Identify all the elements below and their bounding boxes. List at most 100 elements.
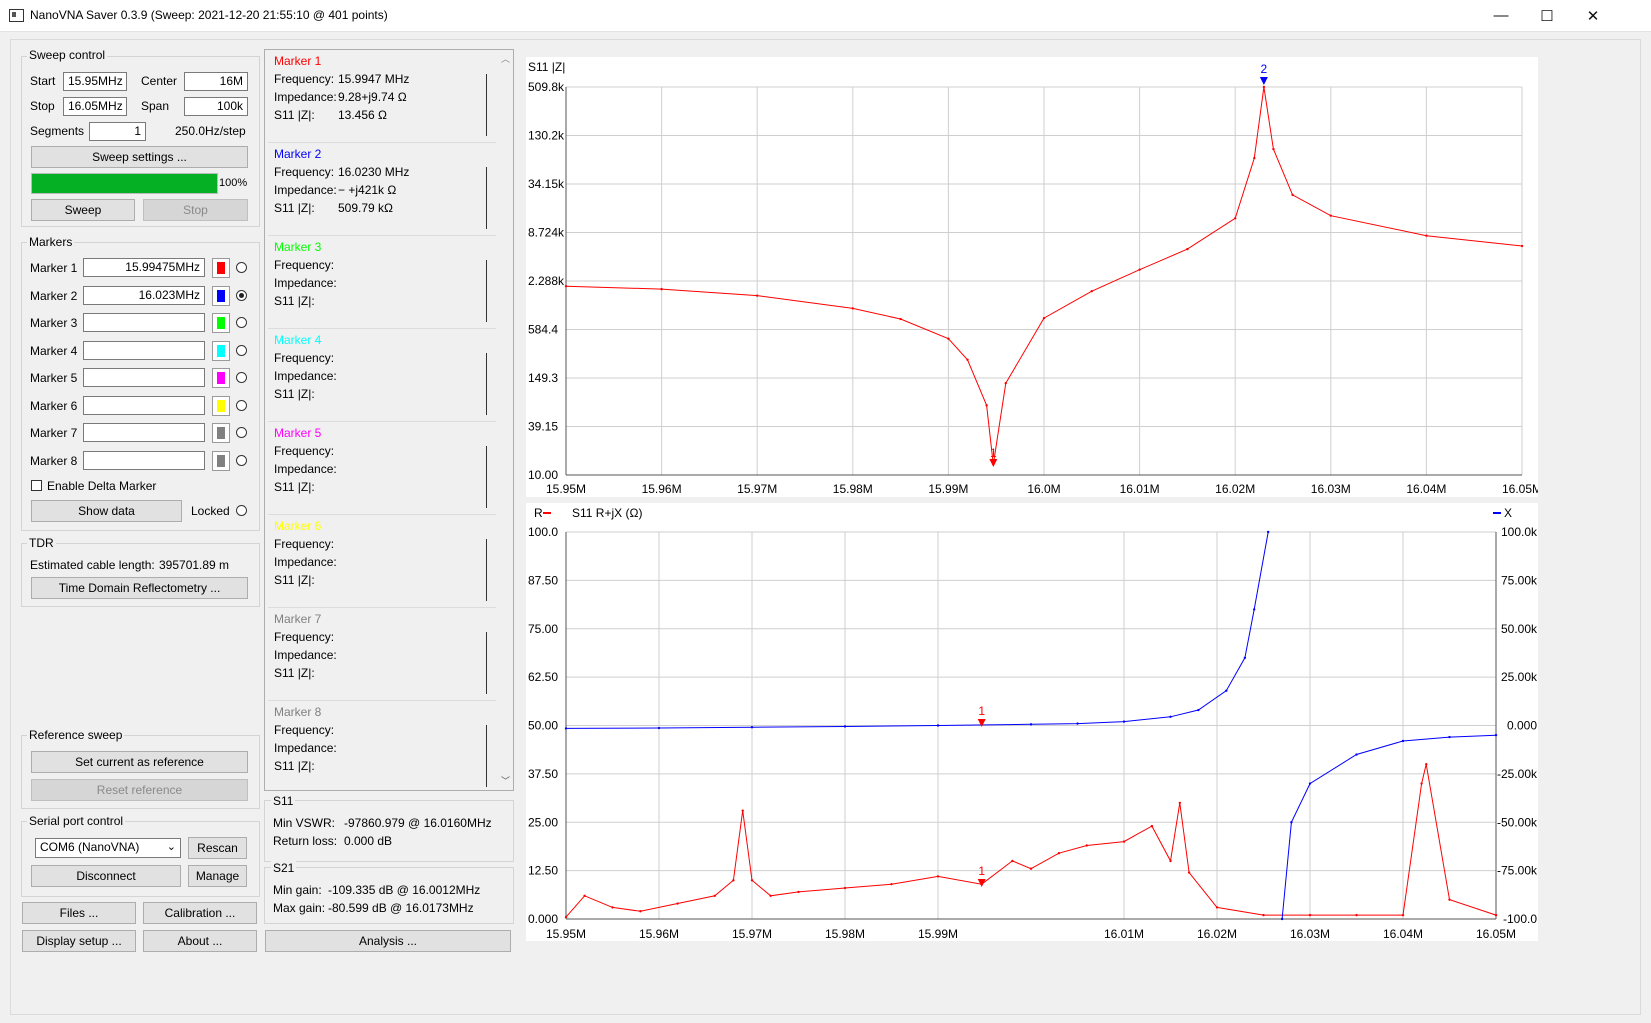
marker-1-frequency-value: 15.9947 MHz — [338, 72, 410, 86]
marker-2-impedance-value: − +j421k Ω — [338, 183, 397, 197]
marker-3-active-radio[interactable] — [236, 317, 247, 328]
marker-2-active-radio[interactable] — [236, 289, 247, 301]
sweep-button[interactable]: Sweep — [31, 199, 135, 221]
marker-panel-scrollbar[interactable]: ︿ ﹀ — [497, 50, 513, 790]
calibration-button[interactable]: Calibration ... — [143, 902, 257, 924]
return-loss-label: Return loss: — [273, 834, 338, 848]
chart1-x-tick-label: 16.0M — [1027, 482, 1060, 496]
marker-5-frequency-input[interactable] — [83, 368, 205, 387]
marker-4-frequency-input[interactable] — [83, 340, 205, 360]
marker-8-label: Marker 8 — [30, 453, 78, 468]
start-input[interactable]: 15.95MHz — [63, 72, 127, 91]
stop-sweep-button[interactable]: Stop — [143, 199, 248, 221]
rescan-button[interactable]: Rescan — [188, 837, 247, 859]
tdr-button[interactable]: Time Domain Reflectometry ... — [31, 577, 248, 599]
segments-input[interactable]: 1 — [89, 122, 146, 141]
chart2-marker-label: 1 — [978, 864, 985, 878]
marker-6-active-radio[interactable] — [236, 399, 247, 411]
marker-1-active-radio[interactable] — [236, 262, 247, 273]
x-legend-label: X — [1504, 506, 1512, 520]
show-data-button[interactable]: Show data — [31, 500, 182, 522]
marker-2-color-swatch — [217, 289, 225, 302]
sweep-settings-button[interactable]: Sweep settings ... — [31, 146, 248, 168]
port-select[interactable]: COM6 (NanoVNA) ⌄ — [35, 838, 181, 858]
marker-8-color-button[interactable] — [212, 450, 230, 471]
chart2-series-R-point — [583, 894, 586, 897]
marker-7-active-radio[interactable] — [236, 427, 247, 438]
s11-rjx-chart[interactable]: R S11 R+jX (Ω) X 15.95M 15.96M 15.97M 15.98… — [526, 503, 1538, 941]
chart1-marker-label: 2 — [1261, 62, 1268, 76]
marker-5-color-button[interactable] — [212, 368, 230, 388]
scroll-down-icon[interactable]: ﹀ — [501, 774, 510, 787]
marker-3-impedance-label: Impedance: — [274, 276, 337, 290]
marker-4-detail: Marker 4 Frequency: Impedance: S11 |Z|: — [268, 331, 496, 422]
minimize-button[interactable]: — — [1478, 0, 1524, 31]
stop-input[interactable]: 16.05MHz — [63, 97, 127, 116]
marker-2-color-button[interactable] — [212, 285, 230, 306]
chart2-series-R-point — [1308, 913, 1312, 917]
marker-5-active-radio[interactable] — [236, 372, 247, 383]
min-vswr-value: -97860.979 @ 16.0160MHz — [344, 816, 492, 830]
chevron-down-icon: ⌄ — [166, 841, 176, 853]
chart1-x-tick-label: 15.99M — [928, 482, 968, 496]
chart2-x-tick-label: 15.98M — [825, 927, 865, 941]
marker-3-frequency-label: Frequency: — [274, 258, 335, 272]
close-button[interactable]: ✕ — [1570, 0, 1616, 31]
center-input[interactable]: 16M — [184, 72, 248, 91]
chart2-right-tick-label: -50.00k — [1497, 815, 1538, 829]
marker-7-frequency-input[interactable] — [83, 423, 205, 442]
marker-6-frequency-input[interactable] — [83, 395, 205, 415]
window-title: NanoVNA Saver 0.3.9 (Sweep: 2021-12-20 2… — [30, 8, 388, 22]
marker-8-detail: Marker 8 Frequency: Impedance: S11 |Z|: — [268, 703, 496, 790]
marker-2-frequency-input[interactable]: 16.023MHz — [83, 285, 205, 305]
reset-reference-button[interactable]: Reset reference — [31, 779, 248, 801]
chart1-data-point — [1090, 289, 1093, 293]
disconnect-button[interactable]: Disconnect — [31, 865, 181, 887]
marker-8-impedance-label: Impedance: — [274, 741, 337, 755]
marker-4-color-button[interactable] — [212, 340, 230, 361]
manage-button[interactable]: Manage — [188, 865, 247, 887]
marker-7-color-button[interactable] — [212, 423, 230, 443]
span-input[interactable]: 100k — [184, 97, 248, 116]
files-button[interactable]: Files ... — [22, 902, 136, 924]
maximize-button[interactable]: ☐ — [1524, 0, 1570, 31]
display-setup-button[interactable]: Display setup ... — [22, 930, 136, 952]
segments-label: Segments — [30, 124, 85, 138]
marker-3-color-button[interactable] — [212, 313, 230, 333]
about-button[interactable]: About ... — [143, 930, 257, 952]
chart2-left-tick-label: 75.00 — [528, 622, 558, 636]
marker-3-frequency-input[interactable] — [83, 313, 205, 332]
marker-4-active-radio[interactable] — [236, 344, 247, 356]
span-label: Span — [141, 99, 170, 113]
chart1-data-point — [1234, 217, 1237, 220]
chart2-left-tick-label: 100.0 — [528, 525, 558, 539]
chart1-x-tick-label: 16.02M — [1215, 482, 1255, 496]
set-reference-button[interactable]: Set current as reference — [31, 751, 248, 773]
center-label: Center — [141, 74, 178, 88]
chart1-y-tick-label: 2.288k — [528, 274, 565, 288]
marker-8-active-radio[interactable] — [236, 454, 247, 466]
marker-1-detail-title: Marker 1 — [274, 54, 322, 68]
cable-length-value: 395701.89 m — [159, 558, 230, 572]
marker-1-frequency-input[interactable]: 15.99475MHz — [83, 258, 205, 277]
s11-impedance-chart[interactable]: S11 |Z| 15.95M 15.96M 15.97M 15.98M 15.99M 16… — [526, 57, 1542, 497]
marker-details-panel[interactable]: Marker 1 Frequency: 15.9947 MHz Impedanc… — [264, 49, 514, 791]
marker-1-color-button[interactable] — [212, 258, 230, 278]
chart2-series-X-point — [1308, 782, 1312, 785]
marker-2-divider — [486, 167, 487, 229]
chart2-series-R-point — [1187, 871, 1191, 874]
chart1-data-point — [1138, 268, 1141, 271]
marker-8-frequency-input[interactable] — [83, 450, 205, 470]
scroll-up-icon[interactable]: ︿ — [501, 52, 510, 65]
locked-radio[interactable] — [236, 505, 247, 516]
chart2-x-tick-label: 15.99M — [918, 927, 958, 941]
marker-3-color-swatch — [217, 317, 225, 329]
delta-marker-checkbox[interactable] — [31, 480, 42, 491]
chart1-data-point — [564, 285, 568, 288]
chart2-series-R-point — [1448, 898, 1451, 901]
chart1-marker-label: 1 — [990, 446, 997, 460]
marker-5-label: Marker 5 — [30, 371, 78, 385]
marker-6-color-button[interactable] — [212, 395, 230, 416]
chart2-right-tick-label: -75.00k — [1497, 864, 1538, 878]
analysis-button[interactable]: Analysis ... — [265, 930, 511, 952]
